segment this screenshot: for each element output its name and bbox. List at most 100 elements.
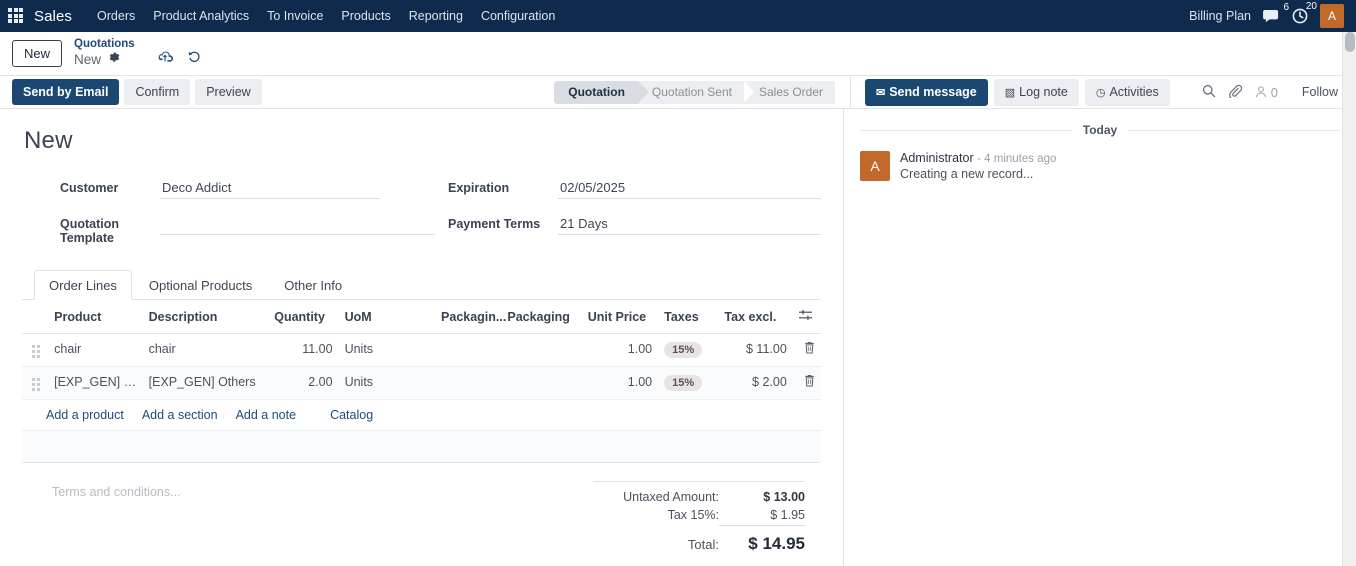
cell-unit-price[interactable]: 1.00 [581, 366, 659, 400]
log-note-label: Log note [1019, 84, 1068, 99]
tab-order-lines[interactable]: Order Lines [34, 270, 132, 300]
row-drag-handle[interactable] [22, 366, 49, 400]
send-by-email-button[interactable]: Send by Email [12, 79, 120, 105]
search-icon[interactable] [1202, 84, 1216, 101]
page-scrollbar[interactable] [1342, 32, 1356, 566]
th-taxes[interactable]: Taxes [658, 300, 719, 334]
undo-icon[interactable] [187, 50, 202, 66]
cell-unit-price[interactable]: 1.00 [581, 333, 659, 367]
followers-button[interactable]: 0 [1254, 85, 1278, 100]
app-brand-sales[interactable]: Sales [34, 8, 72, 25]
cell-taxes[interactable]: 15% [658, 366, 719, 400]
tab-other-info[interactable]: Other Info [269, 270, 357, 300]
field-payment-terms-input[interactable]: 21 Days [558, 211, 821, 235]
cell-packaging[interactable] [501, 333, 582, 367]
send-message-button[interactable]: ✉ Send message [865, 78, 988, 106]
th-unit-price[interactable]: Unit Price [581, 300, 659, 334]
field-quotation-template-input[interactable] [160, 211, 435, 235]
activities-count-badge: 20 [1305, 1, 1317, 12]
page-title: New [24, 127, 73, 154]
form-fields: Customer Deco Addict Quotation Template … [22, 175, 821, 255]
row-delete[interactable] [792, 333, 821, 367]
cell-quantity[interactable]: 2.00 [268, 366, 339, 400]
field-payment-terms-label: Payment Terms [448, 217, 541, 231]
cell-packaging-qty[interactable] [435, 333, 502, 367]
new-button[interactable]: New [12, 39, 63, 67]
page-scrollbar-thumb[interactable] [1345, 32, 1355, 52]
total-label: Total: [687, 537, 719, 552]
th-description[interactable]: Description [142, 300, 269, 334]
cell-uom[interactable]: Units [338, 366, 436, 400]
nav-item-to-invoice[interactable]: To Invoice [258, 3, 332, 29]
sliders-icon[interactable] [798, 309, 813, 324]
th-uom[interactable]: UoM [338, 300, 436, 334]
record-actions [157, 50, 202, 66]
trash-icon[interactable] [804, 375, 815, 390]
drag-handle-icon[interactable] [32, 378, 42, 391]
follow-button[interactable]: Follow [1302, 85, 1338, 99]
tax-label[interactable]: Tax 15%: [668, 508, 719, 522]
nav-item-products[interactable]: Products [332, 3, 399, 29]
th-packaging[interactable]: Packaging [501, 300, 582, 334]
log-note-button[interactable]: ▧ Log note [993, 78, 1079, 106]
tax-row: Tax 15%: $ 1.95 [593, 506, 805, 528]
th-options[interactable] [792, 300, 821, 334]
status-quotation-label: Quotation [568, 85, 625, 99]
drag-handle-icon[interactable] [32, 345, 42, 358]
confirm-button[interactable]: Confirm [124, 79, 191, 105]
status-sales-order-label: Sales Order [758, 85, 823, 99]
status-sales-order[interactable]: Sales Order [745, 80, 836, 104]
cell-description[interactable]: [EXP_GEN] Others [142, 366, 269, 400]
cell-taxes[interactable]: 15% [658, 333, 719, 367]
user-avatar[interactable]: A [1320, 4, 1344, 28]
nav-item-configuration[interactable]: Configuration [472, 3, 564, 29]
terms-and-conditions-input[interactable]: Terms and conditions... [52, 481, 593, 556]
cell-product[interactable]: [EXP_GEN] Oth... [48, 366, 143, 400]
messages-menu[interactable]: 6 [1263, 2, 1289, 24]
status-quotation-sent[interactable]: Quotation Sent [638, 80, 754, 104]
tax-value: $ 1.95 [719, 508, 805, 526]
add-a-product-link[interactable]: Add a product [46, 408, 124, 422]
th-tax-excl[interactable]: Tax excl. [718, 300, 793, 334]
activities-menu[interactable]: 20 [1292, 1, 1317, 24]
cell-packaging[interactable] [501, 366, 582, 400]
status-separator-icon [743, 80, 754, 103]
field-customer-input[interactable]: Deco Addict [160, 175, 380, 199]
cell-uom[interactable]: Units [338, 333, 436, 367]
gear-icon[interactable] [108, 51, 121, 68]
message-author[interactable]: Administrator [900, 151, 974, 165]
nav-item-reporting[interactable]: Reporting [400, 3, 472, 29]
status-quotation[interactable]: Quotation [554, 80, 649, 104]
add-a-section-link[interactable]: Add a section [142, 408, 218, 422]
nav-item-product-analytics[interactable]: Product Analytics [144, 3, 258, 29]
table-row[interactable]: [EXP_GEN] Oth... [EXP_GEN] Others 2.00 U… [22, 366, 821, 400]
cloud-upload-icon[interactable] [157, 50, 173, 65]
trash-icon[interactable] [804, 342, 815, 357]
add-a-note-link[interactable]: Add a note [236, 408, 296, 422]
field-customer-label: Customer [60, 181, 119, 195]
apps-grid-icon[interactable] [8, 8, 24, 24]
paperclip-icon[interactable] [1228, 84, 1242, 101]
chatter-pane: Today A Administrator - 4 minutes ago Cr… [844, 109, 1356, 566]
th-quantity[interactable]: Quantity [268, 300, 339, 334]
tab-optional-products[interactable]: Optional Products [134, 270, 267, 300]
cell-packaging-qty[interactable] [435, 366, 502, 400]
preview-button[interactable]: Preview [195, 79, 262, 105]
breadcrumb-parent-quotations[interactable]: Quotations [74, 38, 135, 51]
th-packaging-qty[interactable]: Packagin... [435, 300, 506, 334]
catalog-link[interactable]: Catalog [330, 408, 373, 422]
field-expiration-input[interactable]: 02/05/2025 [558, 175, 821, 199]
billing-plan-link[interactable]: Billing Plan [1189, 9, 1251, 23]
nav-item-orders[interactable]: Orders [88, 3, 144, 29]
table-row[interactable]: chair chair 11.00 Units 1.00 15% $ 11.00 [22, 333, 821, 367]
chatter-icon-group: 0 [1202, 84, 1278, 101]
th-product[interactable]: Product [48, 300, 143, 334]
cell-quantity[interactable]: 11.00 [268, 333, 339, 367]
row-delete[interactable] [792, 366, 821, 400]
activities-button[interactable]: ◷ Activities [1084, 78, 1170, 106]
cell-product[interactable]: chair [48, 333, 143, 367]
row-drag-handle[interactable] [22, 333, 49, 367]
cell-description[interactable]: chair [142, 333, 269, 367]
followers-count: 0 [1270, 84, 1279, 100]
untaxed-amount-row: Untaxed Amount: $ 13.00 [593, 488, 805, 506]
